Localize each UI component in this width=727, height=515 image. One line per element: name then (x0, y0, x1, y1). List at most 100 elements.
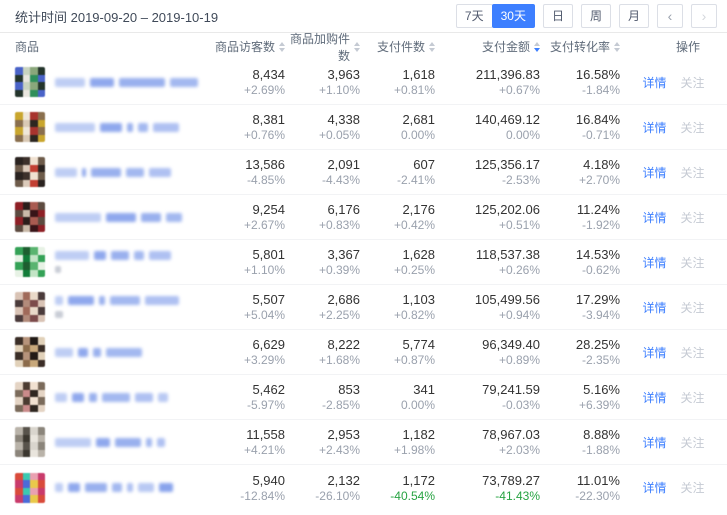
follow-link[interactable]: 关注 (681, 344, 705, 361)
blurred-text-segment (112, 483, 122, 492)
blurred-text-segment (68, 296, 94, 305)
product-thumbnail (15, 337, 45, 367)
visitors-cell: 13,586-4.85% (215, 156, 285, 188)
cart-items-cell: 2,686+2.25% (285, 291, 360, 323)
actions-cell: 详情 关注 (620, 209, 727, 226)
date-range-button-group: 7天30天日周月 (448, 4, 649, 28)
visitors-cell: 5,507+5.04% (215, 291, 285, 323)
column-header-visitors[interactable]: 商品访客数 (215, 38, 285, 55)
visitors-cell: 8,381+0.76% (215, 111, 285, 143)
product-cell[interactable] (0, 337, 215, 367)
blurred-text-segment (106, 348, 142, 357)
column-header-cart-items[interactable]: 商品加购件数 (285, 30, 360, 64)
column-header-conversion-rate[interactable]: 支付转化率 (540, 38, 620, 55)
follow-link[interactable]: 关注 (681, 164, 705, 181)
product-cell[interactable] (0, 427, 215, 457)
table-row: 5,462-5.97% 853-2.85% 3410.00% 79,241.59… (0, 375, 727, 420)
product-cell[interactable] (0, 382, 215, 412)
blurred-text-segment (55, 296, 63, 305)
blurred-text-segment (68, 483, 80, 492)
conversion-rate-cell: 28.25%-2.35% (540, 336, 620, 368)
range-button-30d[interactable]: 30天 (492, 4, 535, 28)
detail-link[interactable]: 详情 (642, 254, 666, 271)
detail-link[interactable]: 详情 (642, 299, 666, 316)
column-header-paid-items[interactable]: 支付件数 (360, 38, 435, 55)
product-cell[interactable] (0, 247, 215, 277)
follow-link[interactable]: 关注 (681, 434, 705, 451)
product-cell[interactable] (0, 67, 215, 97)
blurred-text-segment (55, 168, 77, 177)
product-cell[interactable] (0, 292, 215, 322)
follow-link[interactable]: 关注 (681, 299, 705, 316)
blurred-text-segment (55, 266, 61, 273)
detail-link[interactable]: 详情 (642, 434, 666, 451)
blurred-text-segment (127, 123, 133, 132)
follow-link[interactable]: 关注 (681, 479, 705, 496)
actions-cell: 详情 关注 (620, 299, 727, 316)
paid-items-cell: 5,774+0.87% (360, 336, 435, 368)
product-cell[interactable] (0, 157, 215, 187)
range-button-7d[interactable]: 7天 (456, 4, 493, 28)
blurred-text-segment (159, 483, 173, 492)
next-page-button[interactable]: › (691, 4, 717, 28)
paid-items-cell: 1,182+1.98% (360, 426, 435, 458)
conversion-rate-cell: 4.18%+2.70% (540, 156, 620, 188)
payment-amount-cell: 118,537.38+0.26% (435, 246, 540, 278)
follow-link[interactable]: 关注 (681, 119, 705, 136)
range-button-month[interactable]: 月 (619, 4, 649, 28)
product-cell[interactable] (0, 112, 215, 142)
detail-link[interactable]: 详情 (642, 209, 666, 226)
detail-link[interactable]: 详情 (642, 389, 666, 406)
blurred-text-segment (90, 78, 114, 87)
paid-items-cell: 2,6810.00% (360, 111, 435, 143)
follow-link[interactable]: 关注 (681, 74, 705, 91)
table-header: 商品 商品访客数 商品加购件数 支付件数 支付金额 支付转化率 操作 (0, 33, 727, 60)
detail-link[interactable]: 详情 (642, 164, 666, 181)
detail-link[interactable]: 详情 (642, 74, 666, 91)
blurred-text-segment (99, 296, 105, 305)
product-cell[interactable] (0, 202, 215, 232)
blurred-text-segment (55, 251, 89, 260)
actions-cell: 详情 关注 (620, 74, 727, 91)
blurred-text-segment (55, 348, 73, 357)
visitors-cell: 8,434+2.69% (215, 66, 285, 98)
blurred-text-segment (100, 123, 122, 132)
column-header-payment-amount[interactable]: 支付金额 (435, 38, 540, 55)
blurred-text-segment (55, 213, 101, 222)
blurred-text-segment (102, 393, 130, 402)
detail-link[interactable]: 详情 (642, 479, 666, 496)
product-thumbnail (15, 473, 45, 503)
product-name-blurred (55, 296, 215, 318)
blurred-text-segment (135, 393, 153, 402)
product-name-blurred (55, 348, 215, 357)
blurred-text-segment (72, 393, 84, 402)
follow-link[interactable]: 关注 (681, 389, 705, 406)
paid-items-cell: 1,103+0.82% (360, 291, 435, 323)
cart-items-cell: 4,338+0.05% (285, 111, 360, 143)
table-row: 8,434+2.69% 3,963+1.10% 1,618+0.81% 211,… (0, 60, 727, 105)
product-cell[interactable] (0, 473, 215, 503)
table-row: 13,586-4.85% 2,091-4.43% 607-2.41% 125,3… (0, 150, 727, 195)
actions-cell: 详情 关注 (620, 254, 727, 271)
table-row: 8,381+0.76% 4,338+0.05% 2,6810.00% 140,4… (0, 105, 727, 150)
actions-cell: 详情 关注 (620, 119, 727, 136)
product-name-blurred (55, 123, 215, 132)
detail-link[interactable]: 详情 (642, 344, 666, 361)
detail-link[interactable]: 详情 (642, 119, 666, 136)
follow-link[interactable]: 关注 (681, 209, 705, 226)
cart-items-cell: 2,953+2.43% (285, 426, 360, 458)
blurred-text-segment (55, 483, 63, 492)
paid-items-cell: 2,176+0.42% (360, 201, 435, 233)
product-name-blurred (55, 78, 215, 87)
blurred-text-segment (138, 123, 148, 132)
cart-items-cell: 2,132-26.10% (285, 472, 360, 504)
follow-link[interactable]: 关注 (681, 254, 705, 271)
blurred-text-segment (138, 483, 154, 492)
range-button-day[interactable]: 日 (543, 4, 573, 28)
prev-page-button[interactable]: ‹ (657, 4, 683, 28)
blurred-text-segment (115, 438, 141, 447)
paid-items-cell: 1,628+0.25% (360, 246, 435, 278)
range-button-week[interactable]: 周 (581, 4, 611, 28)
cart-items-cell: 3,367+0.39% (285, 246, 360, 278)
conversion-rate-cell: 8.88%-1.88% (540, 426, 620, 458)
